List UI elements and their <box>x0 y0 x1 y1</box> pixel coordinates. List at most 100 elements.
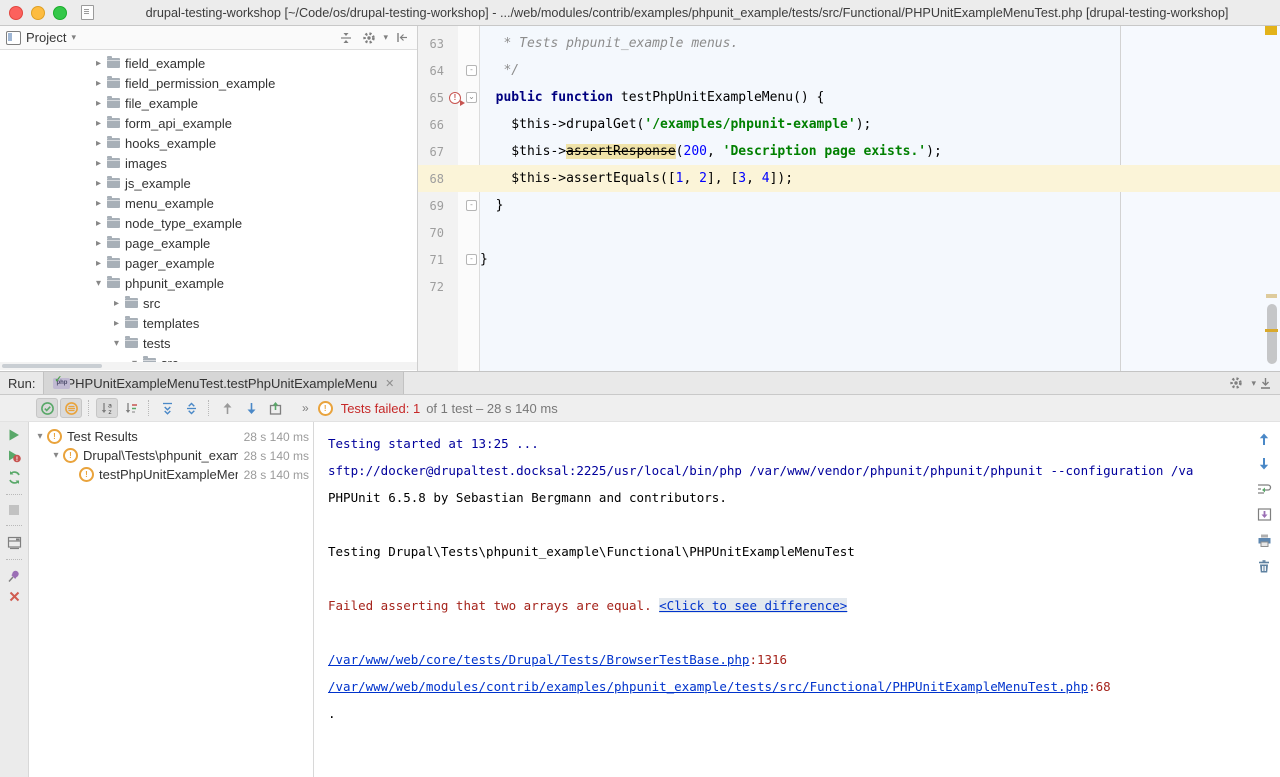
pin-tab-button[interactable] <box>7 569 21 583</box>
line-number[interactable]: 72 <box>418 280 447 294</box>
line-number[interactable]: 71 <box>418 253 447 267</box>
collapse-all-button[interactable] <box>337 29 355 47</box>
expand-arrow-icon[interactable]: ▸ <box>92 238 105 249</box>
expand-arrow-icon[interactable]: ▸ <box>92 178 105 189</box>
toggle-auto-test-button[interactable] <box>7 470 22 485</box>
hide-panel-button[interactable] <box>393 29 411 47</box>
export-test-results-button[interactable] <box>264 398 286 418</box>
editor-line-71[interactable]: 71-} <box>418 246 1280 273</box>
zoom-window-button[interactable] <box>53 6 67 20</box>
collapse-arrow-icon[interactable]: ▾ <box>110 338 123 349</box>
expand-arrow-icon[interactable]: ▸ <box>92 198 105 209</box>
tree-item-src[interactable]: ▸src <box>0 293 417 313</box>
close-window-button[interactable] <box>9 6 23 20</box>
test-result-node[interactable]: ▾!Drupal\Tests\phpunit_example\Functiona… <box>29 446 313 465</box>
collapse-arrow-icon[interactable]: ▾ <box>33 431 47 442</box>
scroll-to-end-button[interactable] <box>1257 507 1272 522</box>
collapse-arrow-icon[interactable]: ▾ <box>92 278 105 289</box>
gear-icon[interactable] <box>1227 374 1245 392</box>
clear-all-button[interactable] <box>1257 559 1271 574</box>
warning-stripe-mark[interactable] <box>1265 26 1277 35</box>
editor-line-64[interactable]: 64- */ <box>418 57 1280 84</box>
sort-alphabetically-toggle[interactable]: az <box>96 398 118 418</box>
tree-item-field_example[interactable]: ▸field_example <box>0 53 417 73</box>
soft-wrap-toggle[interactable] <box>1256 482 1272 496</box>
editor-line-72[interactable]: 72 <box>418 273 1280 300</box>
tree-item-menu_example[interactable]: ▸menu_example <box>0 193 417 213</box>
editor-line-68[interactable]: 68 $this->assertEquals([1, 2], [3, 4]); <box>418 165 1280 192</box>
line-number[interactable]: 68 <box>418 172 447 186</box>
tree-item-form_api_example[interactable]: ▸form_api_example <box>0 113 417 133</box>
line-number[interactable]: 64 <box>418 64 447 78</box>
tree-item-pager_example[interactable]: ▸pager_example <box>0 253 417 273</box>
tree-item-node_type_example[interactable]: ▸node_type_example <box>0 213 417 233</box>
line-number[interactable]: 70 <box>418 226 447 240</box>
print-button[interactable] <box>1257 533 1272 548</box>
rerun-failed-tests-button[interactable]: ! <box>7 449 21 463</box>
chevron-down-icon[interactable]: ▾ <box>71 32 76 43</box>
tree-item-page_example[interactable]: ▸page_example <box>0 233 417 253</box>
minimize-window-button[interactable] <box>31 6 45 20</box>
line-number[interactable]: 65 <box>418 91 447 105</box>
editor-line-69[interactable]: 69- } <box>418 192 1280 219</box>
failed-test-run-icon[interactable]: ! <box>449 92 461 104</box>
stripe-mark[interactable] <box>1266 294 1277 298</box>
warning-stripe-mark[interactable] <box>1265 329 1278 332</box>
collapse-all-button[interactable] <box>180 398 202 418</box>
next-occurrence-button[interactable] <box>1257 457 1271 471</box>
expand-arrow-icon[interactable]: ▸ <box>92 118 105 129</box>
line-number[interactable]: 69 <box>418 199 447 213</box>
tree-item-field_permission_example[interactable]: ▸field_permission_example <box>0 73 417 93</box>
expand-arrow-icon[interactable]: ▸ <box>92 58 105 69</box>
project-panel-title[interactable]: Project <box>26 30 66 45</box>
console-link[interactable]: /var/www/web/modules/contrib/examples/ph… <box>328 679 1088 694</box>
editor-line-66[interactable]: 66 $this->drupalGet('/examples/phpunit-e… <box>418 111 1280 138</box>
show-passed-toggle[interactable] <box>36 398 58 418</box>
expand-arrow-icon[interactable]: ▸ <box>92 138 105 149</box>
expand-arrow-icon[interactable]: ▸ <box>92 218 105 229</box>
tree-item-tests[interactable]: ▾tests <box>0 333 417 353</box>
line-number[interactable]: 67 <box>418 145 447 159</box>
sort-by-duration-toggle[interactable] <box>120 398 142 418</box>
tree-item-js_example[interactable]: ▸js_example <box>0 173 417 193</box>
editor-line-65[interactable]: 65!⌄ public function testPhpUnitExampleM… <box>418 84 1280 111</box>
tree-item-file_example[interactable]: ▸file_example <box>0 93 417 113</box>
prev-occurrence-button[interactable] <box>1257 432 1271 446</box>
fold-marker-icon[interactable]: - <box>466 254 477 265</box>
editor-scrollbar-thumb[interactable] <box>1267 304 1277 364</box>
previous-failed-test-button[interactable] <box>216 398 238 418</box>
test-console-output[interactable]: Testing started at 13:25 ...sftp://docke… <box>314 422 1248 777</box>
console-link[interactable]: <Click to see difference> <box>659 598 847 613</box>
dock-panel-button[interactable] <box>1256 374 1274 392</box>
line-number[interactable]: 63 <box>418 37 447 51</box>
fold-marker-icon[interactable]: - <box>466 200 477 211</box>
test-result-node[interactable]: !testPhpUnitExampleMenu28 s 140 ms <box>29 465 313 484</box>
code-editor[interactable]: 63 * Tests phpunit_example menus.64- */6… <box>418 26 1280 371</box>
editor-line-67[interactable]: 67 $this->assertResponse(200, 'Descripti… <box>418 138 1280 165</box>
editor-error-stripe[interactable] <box>1264 26 1280 371</box>
test-result-node[interactable]: ▾!Test Results28 s 140 ms <box>29 427 313 446</box>
expand-arrow-icon[interactable]: ▸ <box>92 98 105 109</box>
tree-item-images[interactable]: ▸images <box>0 153 417 173</box>
close-tab-icon[interactable]: ✕ <box>385 377 394 390</box>
fold-marker-icon[interactable]: - <box>466 65 477 76</box>
more-chevron-icon[interactable]: » <box>302 401 308 415</box>
project-hscrollbar-thumb[interactable] <box>2 364 102 368</box>
collapse-arrow-icon[interactable]: ▾ <box>49 450 63 461</box>
editor-line-70[interactable]: 70 <box>418 219 1280 246</box>
close-panel-button[interactable] <box>8 590 21 603</box>
gear-icon[interactable] <box>360 29 378 47</box>
next-failed-test-button[interactable] <box>240 398 262 418</box>
run-tab[interactable]: php ✓ PHPUnitExampleMenuTest.testPhpUnit… <box>43 372 404 394</box>
expand-arrow-icon[interactable]: ▸ <box>110 318 123 329</box>
restore-layout-button[interactable] <box>7 535 22 550</box>
show-ignored-toggle[interactable] <box>60 398 82 418</box>
editor-line-63[interactable]: 63 * Tests phpunit_example menus. <box>418 30 1280 57</box>
fold-marker-icon[interactable]: ⌄ <box>466 92 477 103</box>
gear-chevron-icon[interactable]: ▾ <box>383 32 388 43</box>
tree-item-phpunit_example[interactable]: ▾phpunit_example <box>0 273 417 293</box>
expand-arrow-icon[interactable]: ▸ <box>92 258 105 269</box>
rerun-tests-button[interactable] <box>7 428 21 442</box>
tree-item-templates[interactable]: ▸templates <box>0 313 417 333</box>
console-link[interactable]: /var/www/web/core/tests/Drupal/Tests/Bro… <box>328 652 749 667</box>
